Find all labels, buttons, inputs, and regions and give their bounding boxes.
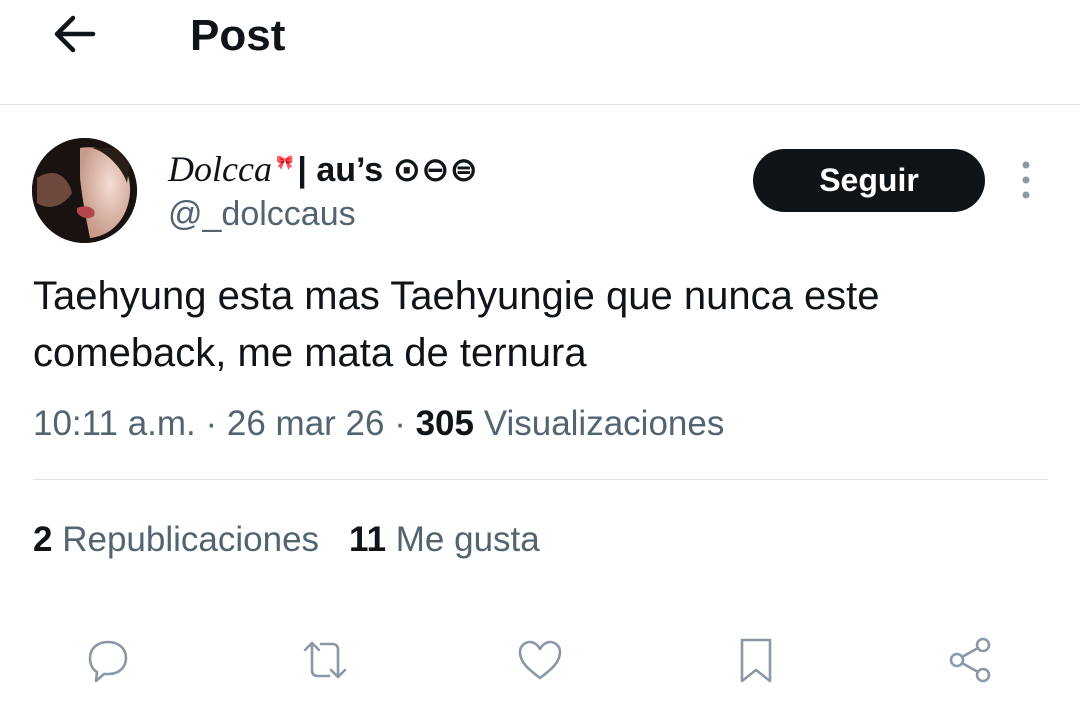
repost-icon <box>303 641 347 679</box>
reposts-count: 2 <box>33 520 53 559</box>
avatar-image <box>32 138 137 243</box>
back-button[interactable] <box>48 12 100 56</box>
header-divider <box>0 104 1080 105</box>
page-title: Post <box>190 11 286 60</box>
views-count: 305 <box>415 404 474 443</box>
likes-count: 11 <box>349 520 387 559</box>
heart-icon <box>518 640 562 680</box>
like-button[interactable] <box>510 630 570 690</box>
meta-divider <box>33 479 1048 480</box>
more-options-button[interactable] <box>1012 156 1040 204</box>
more-vertical-icon <box>1022 161 1030 199</box>
reposts-stat[interactable]: 2 Republicaciones <box>33 520 319 559</box>
meta-separator: · <box>195 404 227 443</box>
reply-button[interactable] <box>78 630 138 690</box>
likes-label: Me gusta <box>395 520 540 559</box>
reply-icon <box>88 640 128 683</box>
author-handle[interactable]: @_dolccaus <box>168 193 356 235</box>
tweet-date[interactable]: 26 mar 26 <box>227 404 385 443</box>
author-name-suffix: | au’s ⊙⊖⊜ <box>297 151 479 189</box>
tweet-meta: 10:11 a.m. · 26 mar 26 · 305 Visualizaci… <box>33 400 724 448</box>
bookmark-icon <box>740 638 772 683</box>
author-name-script: Dolcca <box>168 149 272 189</box>
share-button[interactable] <box>940 630 1000 690</box>
avatar[interactable] <box>32 138 137 243</box>
views-label: Visualizaciones <box>483 404 725 443</box>
meta-separator: · <box>384 404 416 443</box>
tweet-time[interactable]: 10:11 a.m. <box>33 404 196 443</box>
repost-button[interactable] <box>295 630 355 690</box>
follow-button[interactable]: Seguir <box>753 149 985 212</box>
likes-stat[interactable]: 11 Me gusta <box>349 520 540 559</box>
tweet-text: Taehyung esta mas Taehyungie que nunca e… <box>33 274 880 375</box>
reposts-label: Republicaciones <box>62 520 320 559</box>
ribbon-icon: 🎀 <box>275 154 294 170</box>
share-icon <box>949 637 991 683</box>
bookmark-button[interactable] <box>726 630 786 690</box>
top-bar: Post <box>0 0 1080 105</box>
engagement-stats: 2 Republicaciones 11 Me gusta <box>33 516 540 564</box>
arrow-left-icon <box>54 15 96 53</box>
author-name[interactable]: Dolcca 🎀 | au’s ⊙⊖⊜ <box>168 148 478 190</box>
action-bar <box>0 630 1080 690</box>
